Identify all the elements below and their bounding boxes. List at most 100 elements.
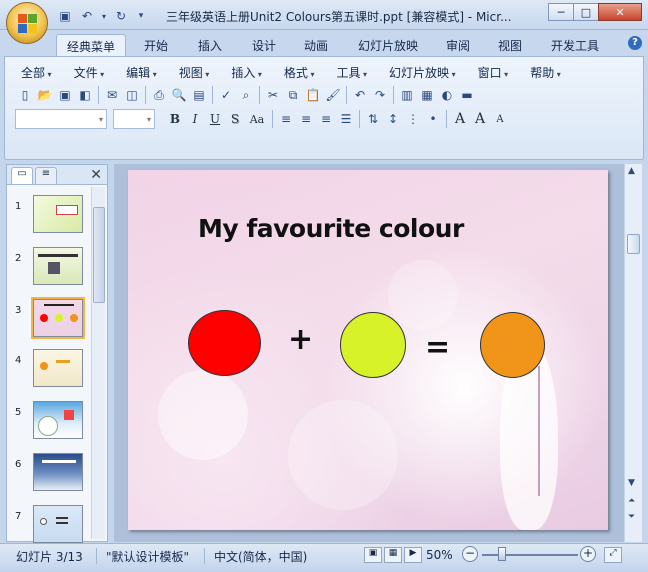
menu-insert[interactable]: 插入 bbox=[227, 64, 266, 81]
menu-tools[interactable]: 工具 bbox=[332, 64, 371, 81]
slide-sorter-icon[interactable]: ▤ bbox=[189, 85, 209, 105]
maximize-button[interactable]: □ bbox=[573, 3, 599, 21]
tab-insert[interactable]: 插入 bbox=[188, 34, 232, 56]
previous-slide-icon[interactable]: ⏶ bbox=[628, 496, 635, 506]
menu-slideshow[interactable]: 幻灯片放映 bbox=[385, 64, 460, 81]
slide-title[interactable]: My favourite colour bbox=[198, 214, 464, 243]
fit-to-window-icon[interactable]: ⤢ bbox=[604, 547, 622, 563]
undo-icon[interactable]: ↶ bbox=[78, 7, 96, 25]
color-grayscale-icon[interactable]: ◐ bbox=[437, 85, 457, 105]
close-button[interactable]: ✕ bbox=[598, 3, 642, 21]
tab-review[interactable]: 审阅 bbox=[436, 34, 480, 56]
line-spacing-icon[interactable]: ↕ bbox=[383, 109, 403, 129]
menu-format[interactable]: 格式 bbox=[280, 64, 319, 81]
cut-icon[interactable]: ✂ bbox=[263, 85, 283, 105]
menu-edit[interactable]: 编辑 bbox=[122, 64, 161, 81]
zoom-slider[interactable] bbox=[482, 554, 578, 556]
tab-home[interactable]: 开始 bbox=[134, 34, 178, 56]
vertical-scrollbar[interactable]: ▲ ▼ ⏶ ⏷ bbox=[624, 164, 642, 542]
format-painter-icon[interactable]: 🖌 bbox=[323, 85, 343, 105]
slide-thumbnail-5[interactable] bbox=[33, 401, 83, 439]
orange-circle[interactable] bbox=[480, 312, 545, 378]
normal-view-icon[interactable]: ▣ bbox=[364, 547, 382, 563]
equals-sign[interactable]: = bbox=[425, 330, 450, 365]
text-direction-icon[interactable]: ⇅ bbox=[363, 109, 383, 129]
justify-icon[interactable]: ☰ bbox=[336, 109, 356, 129]
red-circle[interactable] bbox=[188, 310, 261, 376]
grow-font-button[interactable]: A bbox=[470, 109, 490, 129]
slide-thumbnail-4[interactable] bbox=[33, 349, 83, 387]
underline-button[interactable]: U bbox=[205, 109, 225, 129]
slide-thumbnail-3[interactable] bbox=[31, 297, 85, 339]
bullets-icon[interactable]: • bbox=[423, 109, 443, 129]
insert-chart-icon[interactable]: ▥ bbox=[397, 85, 417, 105]
theme-name[interactable]: "默认设计模板" bbox=[106, 548, 189, 565]
print-icon[interactable]: ⎙ bbox=[149, 85, 169, 105]
paste-icon[interactable]: 📋 bbox=[303, 85, 323, 105]
align-center-icon[interactable]: ≡ bbox=[296, 109, 316, 129]
slide-thumbnail-7[interactable] bbox=[33, 505, 83, 543]
next-slide-icon[interactable]: ⏷ bbox=[628, 512, 635, 522]
menu-window[interactable]: 窗口 bbox=[474, 64, 513, 81]
slideshow-view-icon[interactable]: ▶ bbox=[404, 547, 422, 563]
align-left-icon[interactable]: ≡ bbox=[276, 109, 296, 129]
slide-thumbnail-2[interactable] bbox=[33, 247, 83, 285]
tab-slideshow[interactable]: 幻灯片放映 bbox=[350, 34, 426, 56]
slide-canvas[interactable]: My favourite colour + = bbox=[128, 170, 608, 530]
email-icon[interactable]: ✉ bbox=[102, 85, 122, 105]
scrollbar-thumb[interactable] bbox=[627, 234, 640, 254]
save-icon[interactable]: ▣ bbox=[56, 7, 74, 25]
menu-all[interactable]: 全部 bbox=[17, 64, 56, 81]
tab-view[interactable]: 视图 bbox=[488, 34, 532, 56]
new-document-icon[interactable]: ▯ bbox=[15, 85, 35, 105]
menu-help[interactable]: 帮助 bbox=[526, 64, 565, 81]
close-pane-icon[interactable]: ✕ bbox=[90, 167, 102, 183]
slide-thumbnail-6[interactable] bbox=[33, 453, 83, 491]
insert-table-icon[interactable]: ▦ bbox=[417, 85, 437, 105]
slides-tab-icon[interactable]: ▭ bbox=[11, 167, 33, 184]
undo-dropdown-icon[interactable]: ▾ bbox=[100, 7, 108, 25]
redo-icon[interactable]: ↷ bbox=[370, 85, 390, 105]
undo-icon[interactable]: ↶ bbox=[350, 85, 370, 105]
redo-icon[interactable]: ↻ bbox=[112, 7, 130, 25]
permission-icon[interactable]: ◧ bbox=[75, 85, 95, 105]
slides-pane-scrollbar[interactable] bbox=[91, 187, 105, 539]
italic-button[interactable]: I bbox=[185, 109, 205, 129]
open-folder-icon[interactable]: 📂 bbox=[35, 85, 55, 105]
menu-view[interactable]: 视图 bbox=[175, 64, 214, 81]
slide-sorter-view-icon[interactable]: ▦ bbox=[384, 547, 402, 563]
zoom-level[interactable]: 50% bbox=[426, 548, 453, 562]
change-case-button[interactable]: Aa bbox=[245, 109, 269, 129]
scroll-up-icon[interactable]: ▲ bbox=[628, 166, 635, 176]
copy-icon[interactable]: ⧉ bbox=[283, 85, 303, 105]
customize-qat-icon[interactable]: ▾ bbox=[134, 7, 148, 25]
scroll-down-icon[interactable]: ▼ bbox=[628, 478, 635, 488]
align-right-icon[interactable]: ≡ bbox=[316, 109, 336, 129]
zoom-in-button[interactable]: + bbox=[580, 546, 596, 562]
spelling-icon[interactable]: ✓ bbox=[216, 85, 236, 105]
zoom-slider-thumb[interactable] bbox=[498, 547, 506, 561]
shadow-button[interactable]: S bbox=[225, 109, 245, 129]
scrollbar-thumb[interactable] bbox=[93, 207, 105, 303]
plus-sign[interactable]: + bbox=[288, 322, 313, 357]
shrink-font-button[interactable]: A bbox=[490, 109, 510, 129]
tab-classic-menu[interactable]: 经典菜单 bbox=[56, 34, 126, 56]
font-name-combo[interactable]: ▾ bbox=[15, 109, 107, 129]
save-icon[interactable]: ▣ bbox=[55, 85, 75, 105]
numbering-icon[interactable]: ⋮ bbox=[403, 109, 423, 129]
outline-tab-icon[interactable]: ≡ bbox=[35, 167, 57, 184]
show-formatting-icon[interactable]: ▬ bbox=[457, 85, 477, 105]
language-indicator[interactable]: 中文(简体，中国) bbox=[214, 548, 307, 565]
research-icon[interactable]: ⌕ bbox=[236, 85, 256, 105]
tab-animation[interactable]: 动画 bbox=[294, 34, 338, 56]
yellow-green-circle[interactable] bbox=[340, 312, 406, 378]
publish-icon[interactable]: ◫ bbox=[122, 85, 142, 105]
tab-developer[interactable]: 开发工具 bbox=[542, 34, 608, 56]
bold-button[interactable]: B bbox=[165, 109, 185, 129]
tab-design[interactable]: 设计 bbox=[242, 34, 286, 56]
print-preview-icon[interactable]: 🔍 bbox=[169, 85, 189, 105]
menu-file[interactable]: 文件 bbox=[70, 64, 109, 81]
font-size-combo[interactable]: ▾ bbox=[113, 109, 155, 129]
zoom-out-button[interactable]: − bbox=[462, 546, 478, 562]
help-icon[interactable]: ? bbox=[628, 36, 642, 50]
